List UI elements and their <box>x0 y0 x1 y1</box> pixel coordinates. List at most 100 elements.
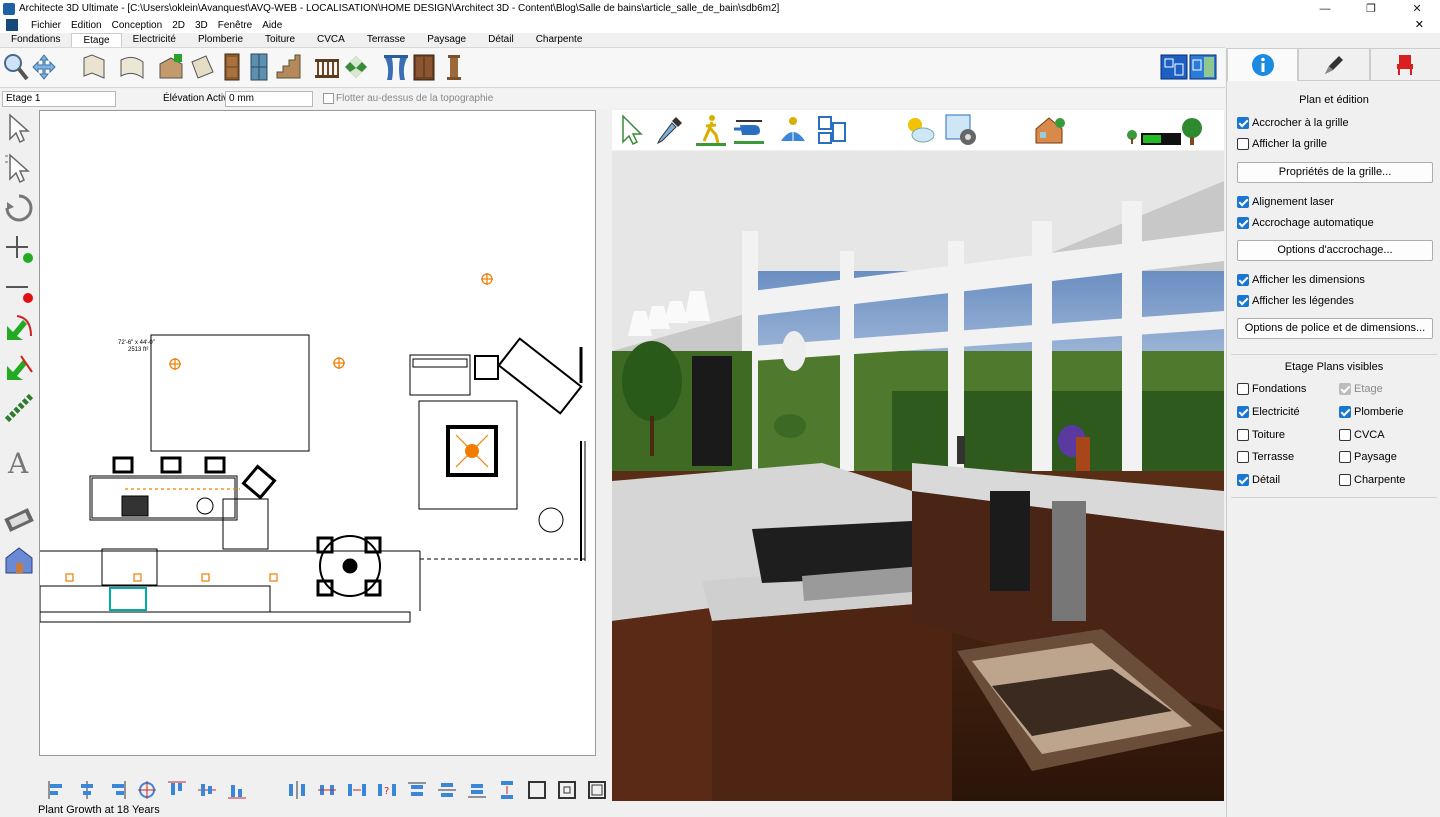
orbit-icon[interactable] <box>776 113 810 147</box>
menu-edition[interactable]: Edition <box>66 20 107 31</box>
auto-snap-row[interactable]: Accrochage automatique <box>1237 217 1374 229</box>
document-close-button[interactable]: ✕ <box>1415 18 1424 31</box>
tab-info[interactable] <box>1227 48 1299 81</box>
layer-plomberie-row[interactable]: Plomberie <box>1339 406 1404 418</box>
layer-toiture-checkbox[interactable] <box>1237 429 1249 441</box>
menu-fichier[interactable]: Fichier <box>26 20 66 31</box>
layer-toiture-row[interactable]: Toiture <box>1237 429 1285 441</box>
space-v-icon[interactable] <box>495 778 517 800</box>
align-bottom-icon[interactable] <box>225 778 247 800</box>
frame-inner-icon[interactable] <box>555 778 577 800</box>
zoom-icon[interactable] <box>2 52 30 82</box>
plant-growth-slider[interactable] <box>1124 113 1204 147</box>
show-grid-checkbox[interactable] <box>1237 138 1249 150</box>
select-arrow-icon[interactable] <box>3 112 35 144</box>
maximize-button[interactable]: ❐ <box>1348 0 1394 17</box>
weather-icon[interactable] <box>902 113 936 147</box>
space-question-icon[interactable]: ? <box>375 778 397 800</box>
tab-paysage[interactable]: Paysage <box>416 33 477 47</box>
house-view-icon[interactable] <box>3 544 35 576</box>
layout-icon[interactable] <box>815 113 849 147</box>
text-tool-icon[interactable]: A <box>3 446 35 480</box>
arc-snap-icon[interactable] <box>3 312 35 344</box>
material-icon[interactable] <box>342 52 370 82</box>
menu-3d[interactable]: 3D <box>190 20 213 31</box>
add-point-icon[interactable] <box>3 232 35 264</box>
tab-detail[interactable]: Détail <box>477 33 525 47</box>
layer-electricite-row[interactable]: Electricité <box>1237 406 1300 418</box>
tab-toiture[interactable]: Toiture <box>254 33 306 47</box>
house-render-icon[interactable] <box>1032 113 1066 147</box>
film-icon[interactable] <box>3 504 35 536</box>
float-checkbox[interactable] <box>323 93 334 104</box>
align-bottom-edge-icon[interactable] <box>465 778 487 800</box>
chain-icon[interactable] <box>3 392 35 424</box>
snap-grid-checkbox[interactable] <box>1237 117 1249 129</box>
line-snap-icon[interactable] <box>3 352 35 384</box>
plan-vertical-scrollbar[interactable] <box>596 110 610 756</box>
layer-charpente-row[interactable]: Charpente <box>1339 474 1405 486</box>
layer-charpente-checkbox[interactable] <box>1339 474 1351 486</box>
split-view-icon[interactable] <box>1189 52 1217 82</box>
pan-icon[interactable] <box>30 52 58 82</box>
minimize-button[interactable]: — <box>1302 0 1348 17</box>
level-select[interactable]: Etage 1 <box>2 91 116 107</box>
curved-wall-icon[interactable] <box>118 52 146 82</box>
tab-charpente[interactable]: Charpente <box>525 33 594 47</box>
layer-electricite-checkbox[interactable] <box>1237 406 1249 418</box>
window-icon[interactable] <box>245 52 273 82</box>
plan-horizontal-scrollbar[interactable] <box>39 756 610 773</box>
snap-grid-row[interactable]: Accrocher à la grille <box>1237 117 1349 129</box>
tab-furniture[interactable] <box>1369 48 1440 81</box>
menu-aide[interactable]: Aide <box>257 20 287 31</box>
layer-detail-row[interactable]: Détail <box>1237 474 1280 486</box>
layer-terrasse-row[interactable]: Terrasse <box>1237 451 1294 463</box>
align-top-edge-icon[interactable] <box>405 778 427 800</box>
frame-icon[interactable] <box>525 778 547 800</box>
laser-checkbox[interactable] <box>1237 196 1249 208</box>
show-legends-row[interactable]: Afficher les légendes <box>1237 295 1354 307</box>
cabinet-icon[interactable] <box>410 52 438 82</box>
floor-icon[interactable] <box>188 52 216 82</box>
helicopter-icon[interactable] <box>732 113 766 147</box>
render-settings-icon[interactable] <box>944 113 978 147</box>
font-options-button[interactable]: Options de police et de dimensions... <box>1237 318 1433 339</box>
align-right-icon[interactable] <box>105 778 127 800</box>
layer-fondations-checkbox[interactable] <box>1237 383 1249 395</box>
snap-options-button[interactable]: Options d'accrochage... <box>1237 240 1433 261</box>
center-both-icon[interactable] <box>135 778 157 800</box>
tab-plomberie[interactable]: Plomberie <box>187 33 254 47</box>
align-center-icon[interactable] <box>75 778 97 800</box>
multi-select-icon[interactable] <box>3 152 35 184</box>
tab-terrasse[interactable]: Terrasse <box>356 33 416 47</box>
railing-icon[interactable] <box>313 52 341 82</box>
floor-plan-canvas[interactable]: 72'-6" x 44'-0" 2513 ft² <box>39 110 596 756</box>
tab-fondations[interactable]: Fondations <box>0 33 71 47</box>
align-top-icon[interactable] <box>165 778 187 800</box>
3d-viewport[interactable] <box>612 151 1224 801</box>
elevation-input[interactable]: 0 mm <box>225 91 313 107</box>
space-h-icon[interactable] <box>345 778 367 800</box>
laser-row[interactable]: Alignement laser <box>1237 196 1334 208</box>
show-dims-row[interactable]: Afficher les dimensions <box>1237 274 1365 286</box>
layer-terrasse-checkbox[interactable] <box>1237 451 1249 463</box>
align-mid-edge-icon[interactable] <box>435 778 457 800</box>
close-button[interactable]: ✕ <box>1394 0 1440 17</box>
align-middle-icon[interactable] <box>195 778 217 800</box>
tab-etage[interactable]: Etage <box>71 33 122 47</box>
show-dims-checkbox[interactable] <box>1237 274 1249 286</box>
eyedropper-icon[interactable] <box>652 113 686 147</box>
show-legends-checkbox[interactable] <box>1237 295 1249 307</box>
door-icon[interactable] <box>218 52 246 82</box>
walk-icon[interactable] <box>694 113 728 147</box>
layer-plomberie-checkbox[interactable] <box>1339 406 1351 418</box>
stairs-icon[interactable] <box>274 52 302 82</box>
plan-view-icon[interactable] <box>1160 52 1188 82</box>
grid-properties-button[interactable]: Propriétés de la grille... <box>1237 162 1433 183</box>
column-icon[interactable] <box>440 52 468 82</box>
distribute-center-icon[interactable] <box>315 778 337 800</box>
show-grid-row[interactable]: Afficher la grille <box>1237 138 1327 150</box>
tab-cvca[interactable]: CVCA <box>306 33 356 47</box>
wall-icon[interactable] <box>80 52 108 82</box>
rotate-icon[interactable] <box>3 192 35 224</box>
